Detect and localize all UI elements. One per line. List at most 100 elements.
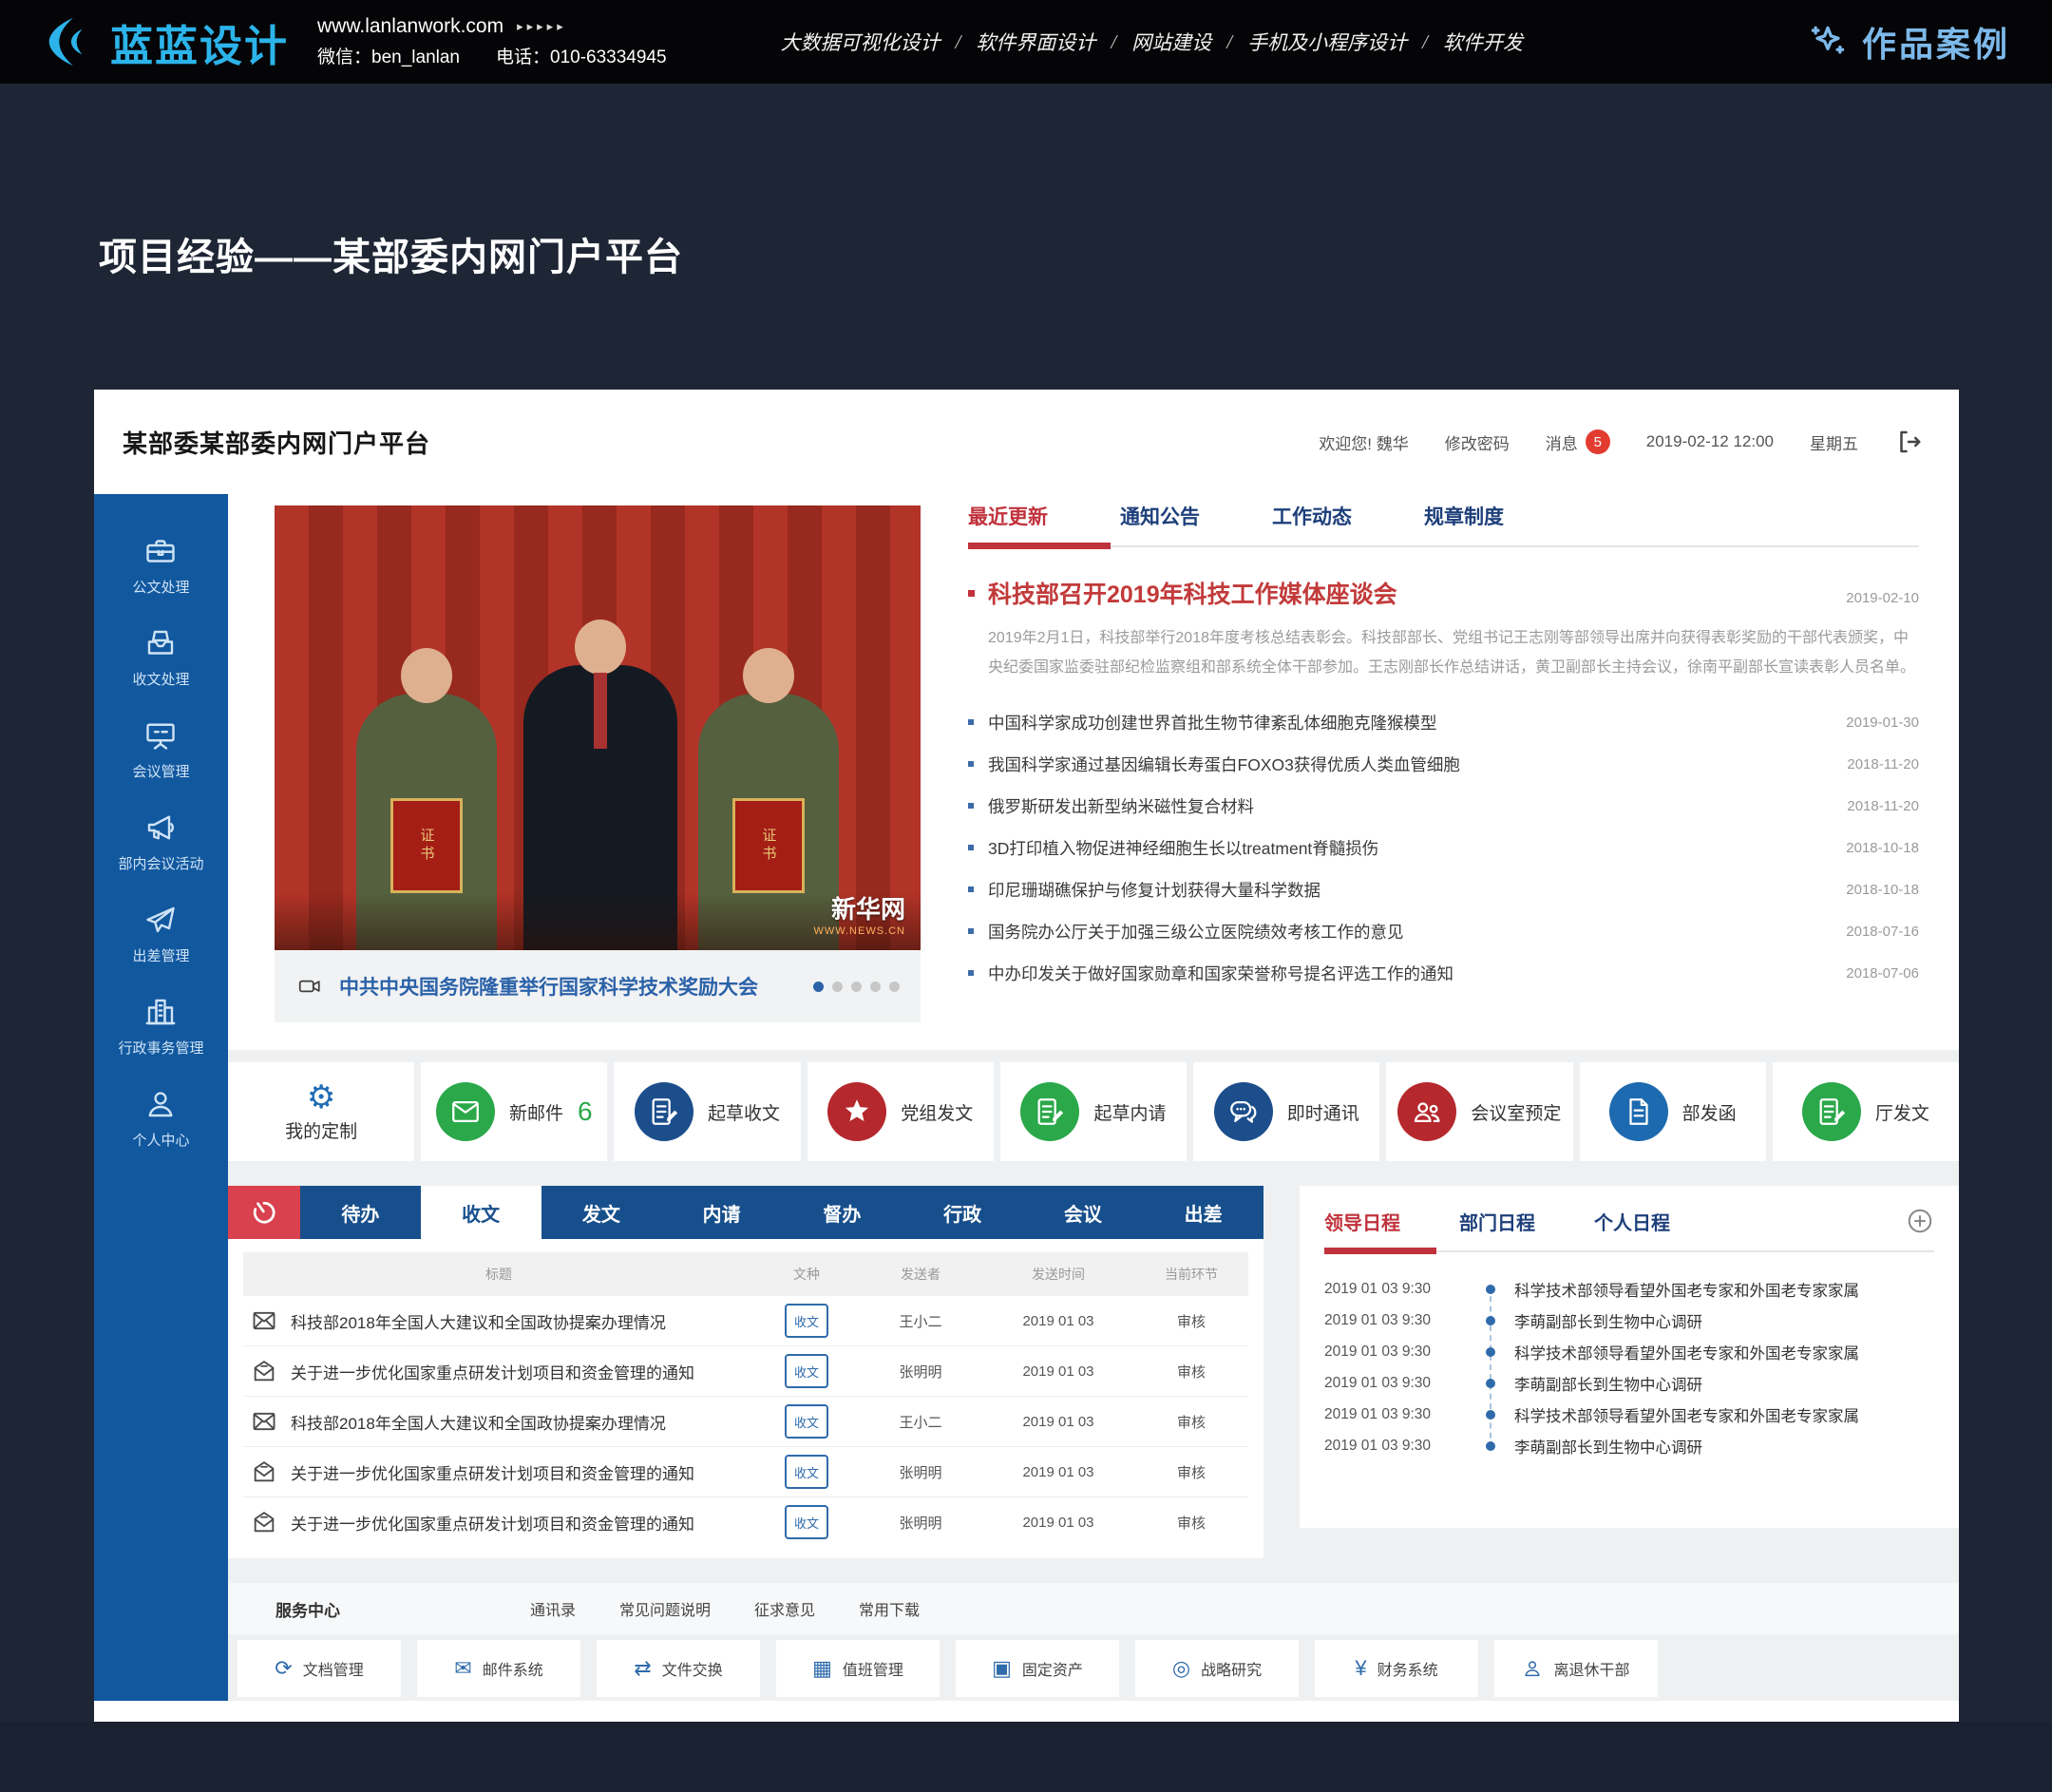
add-schedule-icon[interactable] — [1906, 1207, 1934, 1235]
carousel-dot[interactable] — [813, 982, 824, 992]
quick-actions: ⚙ 我的定制 新邮件 6 起草收文 党组发文 起 — [228, 1062, 1959, 1161]
yen-icon: ¥ — [1355, 1658, 1366, 1679]
compass-icon: ◎ — [1172, 1658, 1190, 1679]
tab-work-trends[interactable]: 工作动态 — [1272, 502, 1352, 530]
briefcase-icon — [143, 534, 178, 568]
carousel-dot[interactable] — [832, 982, 843, 992]
news-item[interactable]: 俄罗斯研发出新型纳米磁性复合材料 2018-11-20 — [968, 785, 1919, 827]
quick-party-dispatch[interactable]: 党组发文 — [808, 1062, 994, 1161]
task-tab-admin[interactable]: 行政 — [902, 1186, 1023, 1239]
sidebar-item-dept-activities[interactable]: 部内会议活动 — [118, 810, 203, 873]
task-tab-internal[interactable]: 内请 — [661, 1186, 782, 1239]
tab-recent-updates[interactable]: 最近更新 — [968, 502, 1048, 530]
inbox-icon — [143, 626, 178, 660]
app-fixed-assets[interactable]: ▣ 固定资产 — [956, 1640, 1119, 1697]
sidebar-item-incoming-docs[interactable]: 收文处理 — [132, 626, 189, 689]
refresh-icon: ⟳ — [275, 1658, 292, 1679]
timeline-dot — [1486, 1316, 1495, 1325]
nav-item-dev[interactable]: 软件开发 — [1443, 28, 1523, 56]
quick-my-custom[interactable]: ⚙ 我的定制 — [228, 1062, 414, 1161]
schedule-item[interactable]: 2019 01 03 9:30 李萌副部长到生物中心调研 — [1324, 1430, 1934, 1461]
quick-draft-internal[interactable]: 起草内请 — [1000, 1062, 1187, 1161]
power-icon[interactable] — [228, 1186, 300, 1239]
task-tab-todo[interactable]: 待办 — [300, 1186, 421, 1239]
news-item[interactable]: 中办印发关于做好国家勋章和国家荣誉称号提名评选工作的通知 2018-07-06 — [968, 952, 1919, 994]
nav-item-bigdata[interactable]: 大数据可视化设计 — [781, 28, 940, 56]
task-tab-incoming[interactable]: 收文 — [421, 1186, 542, 1239]
tab-leader-schedule[interactable]: 领导日程 — [1324, 1208, 1400, 1235]
featured-news[interactable]: 科技部召开2019年科技工作媒体座谈会 2019-02-10 — [968, 576, 1919, 610]
hero-photo[interactable]: 证书 证书 新华网 WWW.NEWS.CN — [275, 505, 921, 950]
link-contacts[interactable]: 通讯录 — [530, 1597, 576, 1620]
schedule-item[interactable]: 2019 01 03 9:30 李萌副部长到生物中心调研 — [1324, 1367, 1934, 1399]
doc-type-badge: 收文 — [785, 1404, 828, 1439]
carousel-dot[interactable] — [851, 982, 862, 992]
sidebar-item-personal-center[interactable]: 个人中心 — [132, 1087, 189, 1150]
cases-link[interactable]: 作品案例 — [1807, 17, 2010, 67]
task-tab-travel[interactable]: 出差 — [1143, 1186, 1264, 1239]
doc-edit-icon — [648, 1096, 680, 1128]
site-url[interactable]: www.lanlanwork.com — [317, 15, 504, 38]
app-retired-cadres[interactable]: 离退休干部 — [1494, 1640, 1658, 1697]
news-item[interactable]: 中国科学家成功创建世界首批生物节律紊乱体细胞克隆猴模型 2019-01-30 — [968, 701, 1919, 743]
doc-type-badge: 收文 — [785, 1354, 828, 1388]
schedule-list: 2019 01 03 9:30 科学技术部领导看望外国老专家和外国老专家家属 2… — [1324, 1273, 1934, 1461]
quick-instant-messaging[interactable]: 即时通讯 — [1193, 1062, 1379, 1161]
sidebar-item-admin-affairs[interactable]: 行政事务管理 — [118, 995, 203, 1058]
app-strategy-research[interactable]: ◎ 战略研究 — [1135, 1640, 1299, 1697]
link-faq[interactable]: 常见问题说明 — [619, 1597, 711, 1620]
table-row[interactable]: 关于进一步优化国家重点研发计划项目和资金管理的通知 收文 张明明 2019 01… — [243, 1447, 1248, 1497]
table-row[interactable]: 科技部2018年全国人大建议和全国政协提案办理情况 收文 王小二 2019 01… — [243, 1397, 1248, 1447]
table-row[interactable]: 关于进一步优化国家重点研发计划项目和资金管理的通知 收文 张明明 2019 01… — [243, 1346, 1248, 1397]
hero-section: 证书 证书 新华网 WWW.NEWS.CN 中共中央国务院隆重举行国家科学技术奖… — [228, 494, 1959, 1050]
quick-office-dispatch[interactable]: 厅发文 — [1773, 1062, 1959, 1161]
app-finance-system[interactable]: ¥ 财务系统 — [1315, 1640, 1478, 1697]
carousel-dot[interactable] — [870, 982, 881, 992]
quick-draft-incoming[interactable]: 起草收文 — [614, 1062, 800, 1161]
schedule-item[interactable]: 2019 01 03 9:30 李萌副部长到生物中心调研 — [1324, 1305, 1934, 1336]
cases-label: 作品案例 — [1862, 17, 2010, 67]
app-mail-system[interactable]: ✉ 邮件系统 — [417, 1640, 580, 1697]
news-item[interactable]: 印尼珊瑚礁保护与修复计划获得大量科学数据 2018-10-18 — [968, 868, 1919, 910]
app-file-exchange[interactable]: ⇄ 文件交换 — [597, 1640, 760, 1697]
envelope-icon — [449, 1096, 482, 1128]
nav-item-mobile[interactable]: 手机及小程序设计 — [1247, 28, 1407, 56]
schedule-item[interactable]: 2019 01 03 9:30 科学技术部领导看望外国老专家和外国老专家家属 — [1324, 1336, 1934, 1367]
sidebar-item-travel-mgmt[interactable]: 出差管理 — [132, 903, 189, 965]
tab-regulations[interactable]: 规章制度 — [1424, 502, 1504, 530]
link-downloads[interactable]: 常用下载 — [859, 1597, 920, 1620]
carousel-caption-link[interactable]: 中共中央国务院隆重举行国家科学技术奖励大会 — [339, 972, 798, 1001]
timeline-dot — [1486, 1441, 1495, 1451]
sidebar-item-official-docs[interactable]: 公文处理 — [132, 534, 189, 597]
featured-news-title[interactable]: 科技部召开2019年科技工作媒体座谈会 — [988, 576, 1846, 610]
table-row[interactable]: 关于进一步优化国家重点研发计划项目和资金管理的通知 收文 张明明 2019 01… — [243, 1497, 1248, 1547]
change-password-link[interactable]: 修改密码 — [1445, 430, 1510, 454]
logout-icon[interactable] — [1894, 428, 1923, 456]
tab-personal-schedule[interactable]: 个人日程 — [1594, 1208, 1670, 1235]
app-doc-management[interactable]: ⟳ 文档管理 — [238, 1640, 401, 1697]
news-item[interactable]: 国务院办公厅关于加强三级公立医院绩效考核工作的意见 2018-07-16 — [968, 910, 1919, 952]
news-item[interactable]: 我国科学家通过基因编辑长寿蛋白FOXO3获得优质人类血管细胞 2018-11-2… — [968, 743, 1919, 785]
news-item[interactable]: 3D打印植入物促进神经细胞生长以treatment脊髓损伤 2018-10-18 — [968, 827, 1919, 868]
link-feedback[interactable]: 征求意见 — [754, 1597, 815, 1620]
sidebar-item-meeting-mgmt[interactable]: 会议管理 — [132, 718, 189, 781]
quick-new-mail[interactable]: 新邮件 6 — [421, 1062, 607, 1161]
site-nav: 大数据可视化设计 / 软件界面设计 / 网站建设 / 手机及小程序设计 / 软件… — [781, 28, 1523, 56]
tab-notices[interactable]: 通知公告 — [1120, 502, 1200, 530]
nav-item-software-ui[interactable]: 软件界面设计 — [976, 28, 1095, 56]
carousel-dot[interactable] — [889, 982, 900, 992]
airplane-icon — [143, 903, 178, 937]
logo[interactable]: 蓝蓝设计 — [42, 11, 289, 73]
app-duty-management[interactable]: ▦ 值班管理 — [776, 1640, 940, 1697]
task-tab-supervision[interactable]: 督办 — [782, 1186, 902, 1239]
schedule-item[interactable]: 2019 01 03 9:30 科学技术部领导看望外国老专家和外国老专家家属 — [1324, 1399, 1934, 1430]
task-tab-meeting[interactable]: 会议 — [1023, 1186, 1144, 1239]
tab-dept-schedule[interactable]: 部门日程 — [1459, 1208, 1535, 1235]
table-row[interactable]: 科技部2018年全国人大建议和全国政协提案办理情况 收文 王小二 2019 01… — [243, 1296, 1248, 1346]
task-tab-outgoing[interactable]: 发文 — [542, 1186, 662, 1239]
nav-item-website[interactable]: 网站建设 — [1131, 28, 1211, 56]
messages-link[interactable]: 消息 5 — [1546, 429, 1610, 454]
quick-meeting-room[interactable]: 会议室预定 — [1386, 1062, 1572, 1161]
quick-dept-letter[interactable]: 部发函 — [1580, 1062, 1766, 1161]
schedule-item[interactable]: 2019 01 03 9:30 科学技术部领导看望外国老专家和外国老专家家属 — [1324, 1273, 1934, 1305]
